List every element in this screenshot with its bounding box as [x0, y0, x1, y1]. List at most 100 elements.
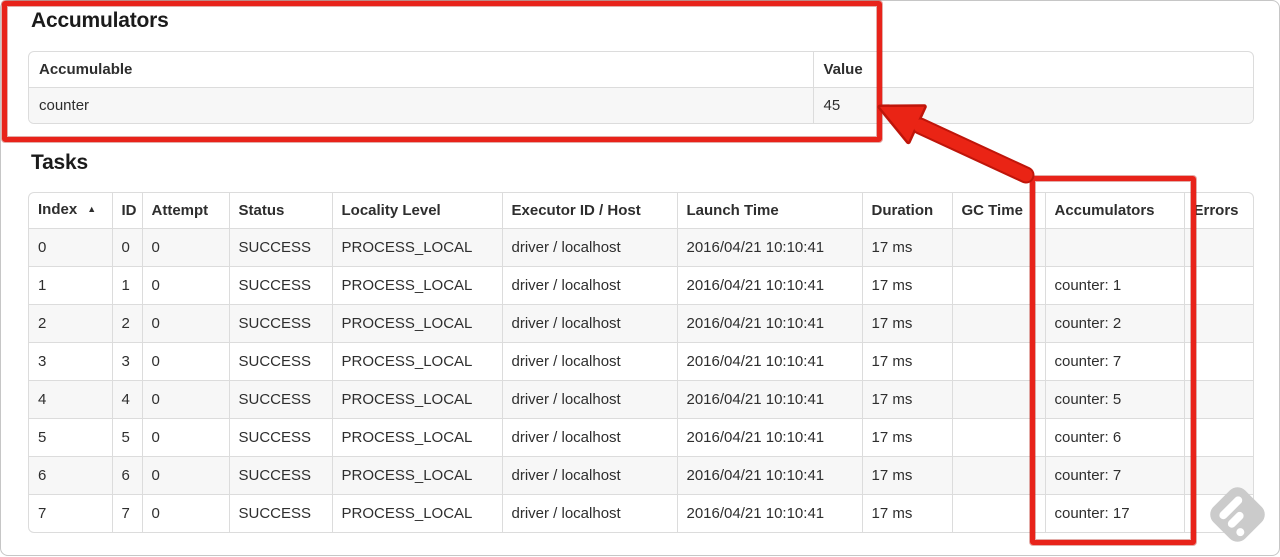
index-cell: 7: [29, 494, 112, 532]
launch-time-cell: 2016/04/21 10:10:41: [676, 266, 862, 305]
column-header-value[interactable]: Value: [812, 52, 1253, 88]
duration-cell: 17 ms: [861, 266, 952, 305]
errors-cell: [1183, 266, 1253, 305]
executor-id-host-cell: driver / localhost: [501, 228, 677, 267]
index-cell: 2: [29, 304, 112, 343]
launch-time-cell: 2016/04/21 10:10:41: [676, 228, 862, 267]
id-cell: 0: [111, 228, 142, 267]
column-header-status[interactable]: Status: [228, 193, 332, 229]
accumulators-header-row: Accumulable Value: [29, 52, 1253, 88]
accumulators-cell: counter: 7: [1044, 342, 1184, 381]
task-row: 2 2 0 SUCCESS PROCESS_LOCAL driver / localhos…: [29, 304, 1253, 343]
attempt-cell: 0: [141, 266, 229, 305]
gc-time-cell: [951, 342, 1045, 381]
launch-time-cell: 2016/04/21 10:10:41: [676, 380, 862, 419]
accumulable-name-cell: counter: [29, 87, 813, 123]
duration-cell: 17 ms: [861, 228, 952, 267]
id-cell: 2: [111, 304, 142, 343]
duration-cell: 17 ms: [861, 380, 952, 419]
column-header-gc-time[interactable]: GC Time: [951, 193, 1045, 229]
executor-id-host-cell: driver / localhost: [501, 304, 677, 343]
column-header-locality-level[interactable]: Locality Level: [331, 193, 502, 229]
locality-level-cell: PROCESS_LOCAL: [331, 380, 502, 419]
accumulators-cell: counter: 1: [1044, 266, 1184, 305]
attempt-cell: 0: [141, 228, 229, 267]
attempt-cell: 0: [141, 380, 229, 419]
executor-id-host-cell: driver / localhost: [501, 380, 677, 419]
column-header-executor-id-host[interactable]: Executor ID / Host: [501, 193, 677, 229]
column-header-label: ID: [121, 202, 137, 219]
index-cell: 5: [29, 418, 112, 457]
launch-time-cell: 2016/04/21 10:10:41: [676, 342, 862, 381]
errors-cell: [1183, 418, 1253, 457]
column-header-label: Locality Level: [341, 202, 441, 219]
gc-time-cell: [951, 266, 1045, 305]
locality-level-cell: PROCESS_LOCAL: [331, 456, 502, 495]
duration-cell: 17 ms: [861, 304, 952, 343]
column-header-label: Launch Time: [686, 202, 779, 219]
column-header-launch-time[interactable]: Launch Time: [676, 193, 862, 229]
accumulators-cell: counter: 6: [1044, 418, 1184, 457]
status-cell: SUCCESS: [228, 418, 332, 457]
gc-time-cell: [951, 304, 1045, 343]
column-header-errors[interactable]: Errors: [1183, 193, 1253, 229]
launch-time-cell: 2016/04/21 10:10:41: [676, 418, 862, 457]
errors-cell: [1183, 380, 1253, 419]
task-row: 7 7 0 SUCCESS PROCESS_LOCAL driver / localhos…: [29, 494, 1253, 532]
launch-time-cell: 2016/04/21 10:10:41: [676, 494, 862, 532]
column-header-attempt[interactable]: Attempt: [141, 193, 229, 229]
column-header-label: Status: [238, 202, 285, 219]
executor-id-host-cell: driver / localhost: [501, 342, 677, 381]
accumulable-value-cell: 45: [812, 87, 1253, 123]
executor-id-host-cell: driver / localhost: [501, 494, 677, 532]
status-cell: SUCCESS: [228, 380, 332, 419]
column-header-accumulable[interactable]: Accumulable: [29, 52, 813, 88]
gc-time-cell: [951, 418, 1045, 457]
locality-level-cell: PROCESS_LOCAL: [331, 342, 502, 381]
attempt-cell: 0: [141, 304, 229, 343]
column-header-label: Executor ID / Host: [511, 202, 641, 219]
errors-cell: [1183, 342, 1253, 381]
page-frame: Accumulators Accumulable Value counter 4…: [0, 0, 1280, 556]
id-cell: 5: [111, 418, 142, 457]
attempt-cell: 0: [141, 418, 229, 457]
index-cell: 4: [29, 380, 112, 419]
id-cell: 7: [111, 494, 142, 532]
attempt-cell: 0: [141, 494, 229, 532]
column-header-duration[interactable]: Duration: [861, 193, 952, 229]
accumulators-table: Accumulable Value counter 45: [28, 51, 1254, 124]
accumulators-cell: counter: 17: [1044, 494, 1184, 532]
id-cell: 6: [111, 456, 142, 495]
executor-id-host-cell: driver / localhost: [501, 266, 677, 305]
locality-level-cell: PROCESS_LOCAL: [331, 304, 502, 343]
accumulators-section-title: Accumulators: [31, 9, 169, 32]
accumulators-cell: counter: 5: [1044, 380, 1184, 419]
task-row: 4 4 0 SUCCESS PROCESS_LOCAL driver / localhos…: [29, 380, 1253, 419]
executor-id-host-cell: driver / localhost: [501, 418, 677, 457]
duration-cell: 17 ms: [861, 342, 952, 381]
sort-ascending-icon: ▲: [87, 204, 97, 214]
gc-time-cell: [951, 380, 1045, 419]
id-cell: 1: [111, 266, 142, 305]
task-row: 3 3 0 SUCCESS PROCESS_LOCAL driver / localhos…: [29, 342, 1253, 381]
column-header-accumulators[interactable]: Accumulators: [1044, 193, 1184, 229]
column-header-label: GC Time: [961, 202, 1023, 219]
column-header-index[interactable]: Index ▲: [29, 193, 112, 229]
tasks-header-row: Index ▲ ID Attempt Status Locality Level Execu…: [29, 193, 1253, 229]
task-row: 6 6 0 SUCCESS PROCESS_LOCAL driver / localhos…: [29, 456, 1253, 495]
gc-time-cell: [951, 456, 1045, 495]
column-header-id[interactable]: ID: [111, 193, 142, 229]
index-cell: 6: [29, 456, 112, 495]
index-cell: 1: [29, 266, 112, 305]
column-header-label: Accumulators: [1054, 202, 1155, 219]
index-cell: 3: [29, 342, 112, 381]
duration-cell: 17 ms: [861, 456, 952, 495]
gc-time-cell: [951, 228, 1045, 267]
errors-cell: [1183, 228, 1253, 267]
duration-cell: 17 ms: [861, 494, 952, 532]
duration-cell: 17 ms: [861, 418, 952, 457]
column-header-label: Attempt: [151, 202, 209, 219]
status-cell: SUCCESS: [228, 228, 332, 267]
arrow-shaft: [913, 119, 1033, 182]
tasks-section-title: Tasks: [31, 151, 88, 174]
